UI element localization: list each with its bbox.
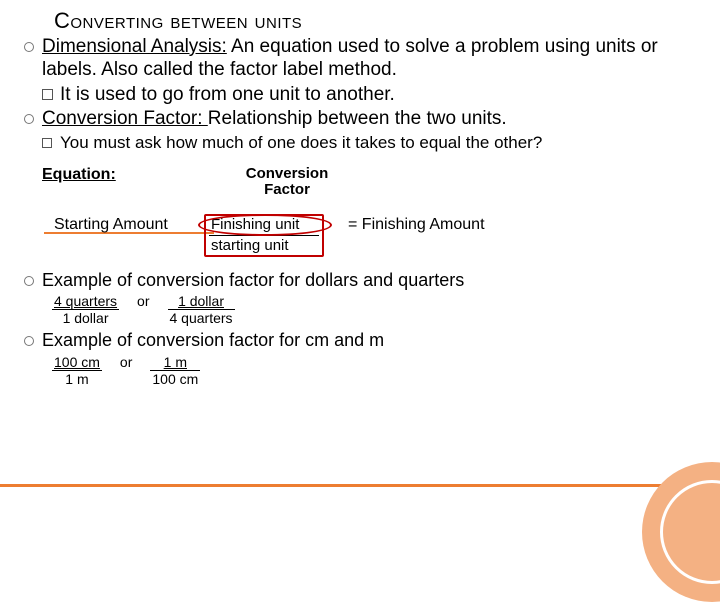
example-2-text: Example of conversion factor for cm and … bbox=[24, 330, 706, 352]
fraction-dollar-per-quarters: 1 dollar 4 quarters bbox=[168, 293, 235, 326]
bullet-dimensional-analysis: Dimensional Analysis: An equation used t… bbox=[24, 36, 706, 82]
equation-label: Equation: bbox=[42, 166, 706, 184]
example-2-fractions: 100 cm 1 m or 1 m 100 cm bbox=[52, 354, 706, 387]
frac-num: 4 quarters bbox=[52, 293, 119, 310]
bullet-conversion-factor: Conversion Factor: Relationship between … bbox=[24, 108, 706, 131]
example-2: Example of conversion factor for cm and … bbox=[14, 330, 706, 387]
subbullet-question: You must ask how much of one does it tak… bbox=[24, 133, 706, 153]
frac-num: 1 dollar bbox=[168, 293, 235, 310]
cf-numerator: Finishing unit bbox=[209, 216, 319, 236]
or-label: or bbox=[137, 293, 149, 309]
example-1-text: Example of conversion factor for dollars… bbox=[24, 270, 706, 292]
equation-section: Equation: Conversion Factor Starting Amo… bbox=[14, 166, 706, 266]
example-1: Example of conversion factor for dollars… bbox=[14, 270, 706, 327]
term-conversion-factor: Conversion Factor: bbox=[42, 108, 208, 129]
fraction-m-per-cm: 1 m 100 cm bbox=[150, 354, 200, 387]
example-1-fractions: 4 quarters 1 dollar or 1 dollar 4 quarte… bbox=[52, 293, 706, 326]
frac-den: 1 m bbox=[52, 371, 102, 387]
fraction-quarters-per-dollar: 4 quarters 1 dollar bbox=[52, 293, 119, 326]
term-dimensional-analysis: Dimensional Analysis: bbox=[42, 36, 227, 57]
finishing-amount: = Finishing Amount bbox=[348, 216, 485, 234]
slide-title: Converting between units bbox=[54, 8, 706, 34]
frac-den: 100 cm bbox=[150, 371, 200, 387]
cf-denominator: starting unit bbox=[209, 236, 319, 255]
footer-orange-line bbox=[0, 484, 720, 487]
equation-line: Starting Amount Finishing unit starting … bbox=[54, 216, 485, 259]
starting-amount: Starting Amount bbox=[54, 216, 204, 234]
frac-num: 100 cm bbox=[52, 354, 102, 371]
conversion-factor-header: Conversion Factor bbox=[232, 166, 342, 199]
slide: Converting between units Dimensional Ana… bbox=[0, 0, 720, 397]
conversion-factor-box: Finishing unit starting unit bbox=[204, 214, 324, 257]
fraction-cm-per-m: 100 cm 1 m bbox=[52, 354, 102, 387]
frac-den: 1 dollar bbox=[52, 310, 119, 326]
def-conversion-factor: Relationship between the two units. bbox=[208, 108, 507, 129]
subbullet-usage: It is used to go from one unit to anothe… bbox=[24, 84, 706, 107]
frac-den: 4 quarters bbox=[168, 310, 235, 326]
bullet-list: Dimensional Analysis: An equation used t… bbox=[14, 36, 706, 154]
frac-num: 1 m bbox=[150, 354, 200, 371]
or-label: or bbox=[120, 354, 132, 370]
